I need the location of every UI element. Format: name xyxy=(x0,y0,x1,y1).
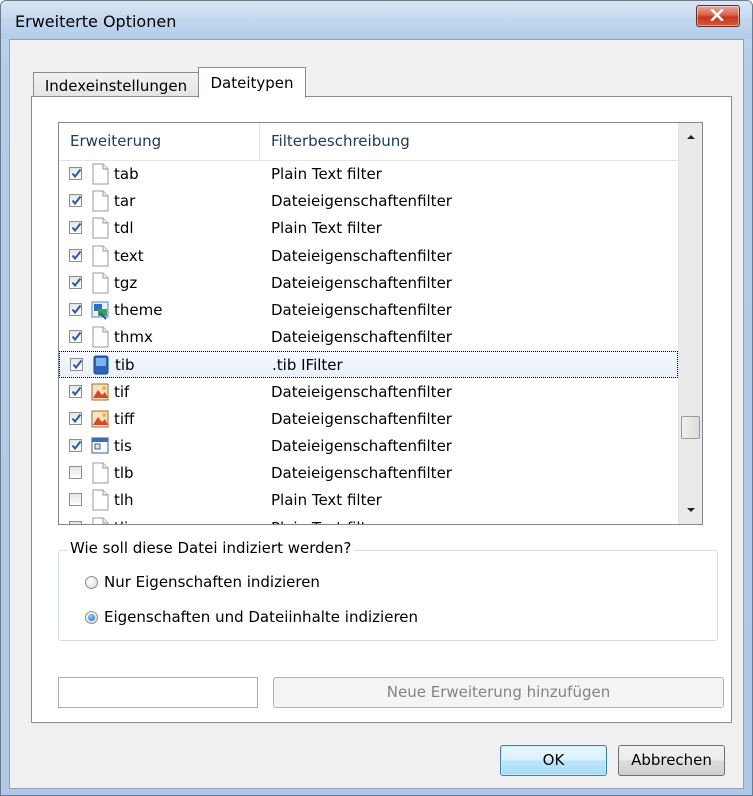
row-checkbox[interactable] xyxy=(69,194,82,208)
row-filter-description: Dateieigenschaftenfilter xyxy=(271,192,452,211)
row-checkbox[interactable] xyxy=(69,520,82,524)
row-checkbox[interactable] xyxy=(69,466,82,480)
dialog-window: Erweiterte Optionen Indexeinstellungen D… xyxy=(0,0,753,796)
blank-file-icon xyxy=(90,245,110,267)
ok-button[interactable]: OK xyxy=(500,745,607,776)
row-filter-description: Dateieigenschaftenfilter xyxy=(271,246,452,265)
title-bar[interactable]: Erweiterte Optionen xyxy=(1,1,752,39)
list-item[interactable]: tif Dateieigenschaftenfilter xyxy=(59,379,678,406)
radio-selected-dot xyxy=(88,614,95,621)
row-filter-description: Plain Text filter xyxy=(271,165,382,183)
list-item[interactable]: tlb Dateieigenschaftenfilter xyxy=(59,460,678,487)
row-checkbox[interactable] xyxy=(69,275,82,289)
theme-file-icon xyxy=(90,299,110,321)
list-item[interactable]: text Dateieigenschaftenfilter xyxy=(59,243,678,270)
tab-indexeinstellungen[interactable]: Indexeinstellungen xyxy=(33,72,199,98)
list-item[interactable]: tgz Dateieigenschaftenfilter xyxy=(59,270,678,297)
blank-file-icon xyxy=(90,517,110,524)
list-item[interactable]: theme Dateieigenschaftenfilter xyxy=(59,297,678,324)
row-checkbox[interactable] xyxy=(69,439,82,452)
tib-file-icon xyxy=(91,354,111,376)
blank-file-icon xyxy=(90,217,110,239)
radio-properties-and-content-label[interactable]: Eigenschaften und Dateiinhalte indiziere… xyxy=(104,608,418,626)
close-button[interactable] xyxy=(696,5,740,27)
row-extension: tif xyxy=(114,382,130,401)
index-options-group-label: Wie soll diese Datei indiziert werden? xyxy=(67,539,355,557)
scroll-down-arrow-icon[interactable] xyxy=(683,502,699,518)
row-filter-description: Plain Text filter xyxy=(271,491,382,510)
row-checkbox[interactable] xyxy=(69,221,82,235)
row-extension: tis xyxy=(114,437,132,455)
radio-properties-and-content[interactable] xyxy=(85,611,98,624)
row-checkbox[interactable] xyxy=(69,248,82,262)
row-filter-description: Dateieigenschaftenfilter xyxy=(271,382,452,401)
row-extension: tli xyxy=(114,519,128,524)
row-extension: tar xyxy=(114,192,136,211)
row-extension: theme xyxy=(114,301,163,319)
column-header-erweiterung[interactable]: Erweiterung xyxy=(59,123,260,160)
row-extension: tlb xyxy=(114,464,134,483)
list-item[interactable]: thmx Dateieigenschaftenfilter xyxy=(59,324,678,351)
row-checkbox[interactable] xyxy=(70,358,83,372)
index-options-group xyxy=(58,550,718,641)
window-title: Erweiterte Optionen xyxy=(15,12,177,31)
radio-properties-only-label[interactable]: Nur Eigenschaften indizieren xyxy=(104,573,320,591)
cancel-button[interactable]: Abbrechen xyxy=(618,745,725,776)
column-header-filterbeschreibung[interactable]: Filterbeschreibung xyxy=(260,123,678,160)
row-filter-description: Dateieigenschaftenfilter xyxy=(271,437,452,455)
tab-dateitypen[interactable]: Dateitypen xyxy=(198,67,306,98)
row-checkbox[interactable] xyxy=(69,330,82,344)
blank-file-icon xyxy=(90,489,110,511)
list-item[interactable]: tdl Plain Text filter xyxy=(59,215,678,242)
new-extension-input[interactable] xyxy=(58,677,258,708)
row-checkbox[interactable] xyxy=(69,384,82,398)
add-extension-button[interactable]: Neue Erweiterung hinzufügen xyxy=(273,677,724,708)
row-extension: tlh xyxy=(114,491,134,510)
list-item[interactable]: tli Plain Text filter xyxy=(59,515,678,524)
row-filter-description: Plain Text filter xyxy=(271,219,382,238)
row-extension: tiff xyxy=(114,409,135,428)
row-filter-description: Dateieigenschaftenfilter xyxy=(271,273,452,292)
close-icon xyxy=(710,9,724,21)
list-item[interactable]: tar Dateieigenschaftenfilter xyxy=(59,188,678,215)
row-extension: thmx xyxy=(114,328,153,347)
blank-file-icon xyxy=(90,272,110,294)
row-extension: tgz xyxy=(114,273,138,292)
list-item[interactable]: tlh Plain Text filter xyxy=(59,487,678,514)
list-header: Erweiterung Filterbeschreibung xyxy=(59,123,678,161)
row-extension: text xyxy=(114,246,144,265)
radio-properties-only[interactable] xyxy=(85,576,98,589)
blank-file-icon xyxy=(90,326,110,348)
row-checkbox[interactable] xyxy=(69,493,82,507)
row-filter-description: Dateieigenschaftenfilter xyxy=(271,301,452,319)
window-file-icon xyxy=(90,435,110,457)
row-checkbox[interactable] xyxy=(69,411,82,425)
row-extension: tib xyxy=(115,356,135,375)
tab-panel-dateitypen: Erweiterung Filterbeschreibung tab Plain … xyxy=(31,96,732,723)
row-filter-description: Dateieigenschaftenfilter xyxy=(271,464,452,483)
image-file-icon xyxy=(90,408,110,430)
dialog-client-area: Indexeinstellungen Dateitypen Erweiterun… xyxy=(9,39,744,789)
row-checkbox[interactable] xyxy=(69,167,82,180)
blank-file-icon xyxy=(90,462,110,484)
image-file-icon xyxy=(90,381,110,403)
row-checkbox[interactable] xyxy=(69,303,82,316)
row-extension: tab xyxy=(114,165,139,183)
row-extension: tdl xyxy=(114,219,134,238)
file-type-list[interactable]: Erweiterung Filterbeschreibung tab Plain … xyxy=(58,122,703,525)
list-item[interactable]: tib .tib IFilter xyxy=(59,351,678,379)
list-item[interactable]: tab Plain Text filter xyxy=(59,161,678,188)
row-filter-description: Plain Text filter xyxy=(271,519,382,524)
scrollbar-thumb[interactable] xyxy=(681,416,700,439)
list-item[interactable]: tiff Dateieigenschaftenfilter xyxy=(59,406,678,433)
blank-file-icon xyxy=(90,163,110,185)
list-item[interactable]: tis Dateieigenschaftenfilter xyxy=(59,433,678,460)
blank-file-icon xyxy=(90,190,110,212)
scroll-up-arrow-icon[interactable] xyxy=(683,129,699,145)
row-filter-description: Dateieigenschaftenfilter xyxy=(271,409,452,428)
vertical-scrollbar[interactable] xyxy=(678,123,702,524)
row-filter-description: .tib IFilter xyxy=(272,356,343,375)
row-filter-description: Dateieigenschaftenfilter xyxy=(271,328,452,347)
